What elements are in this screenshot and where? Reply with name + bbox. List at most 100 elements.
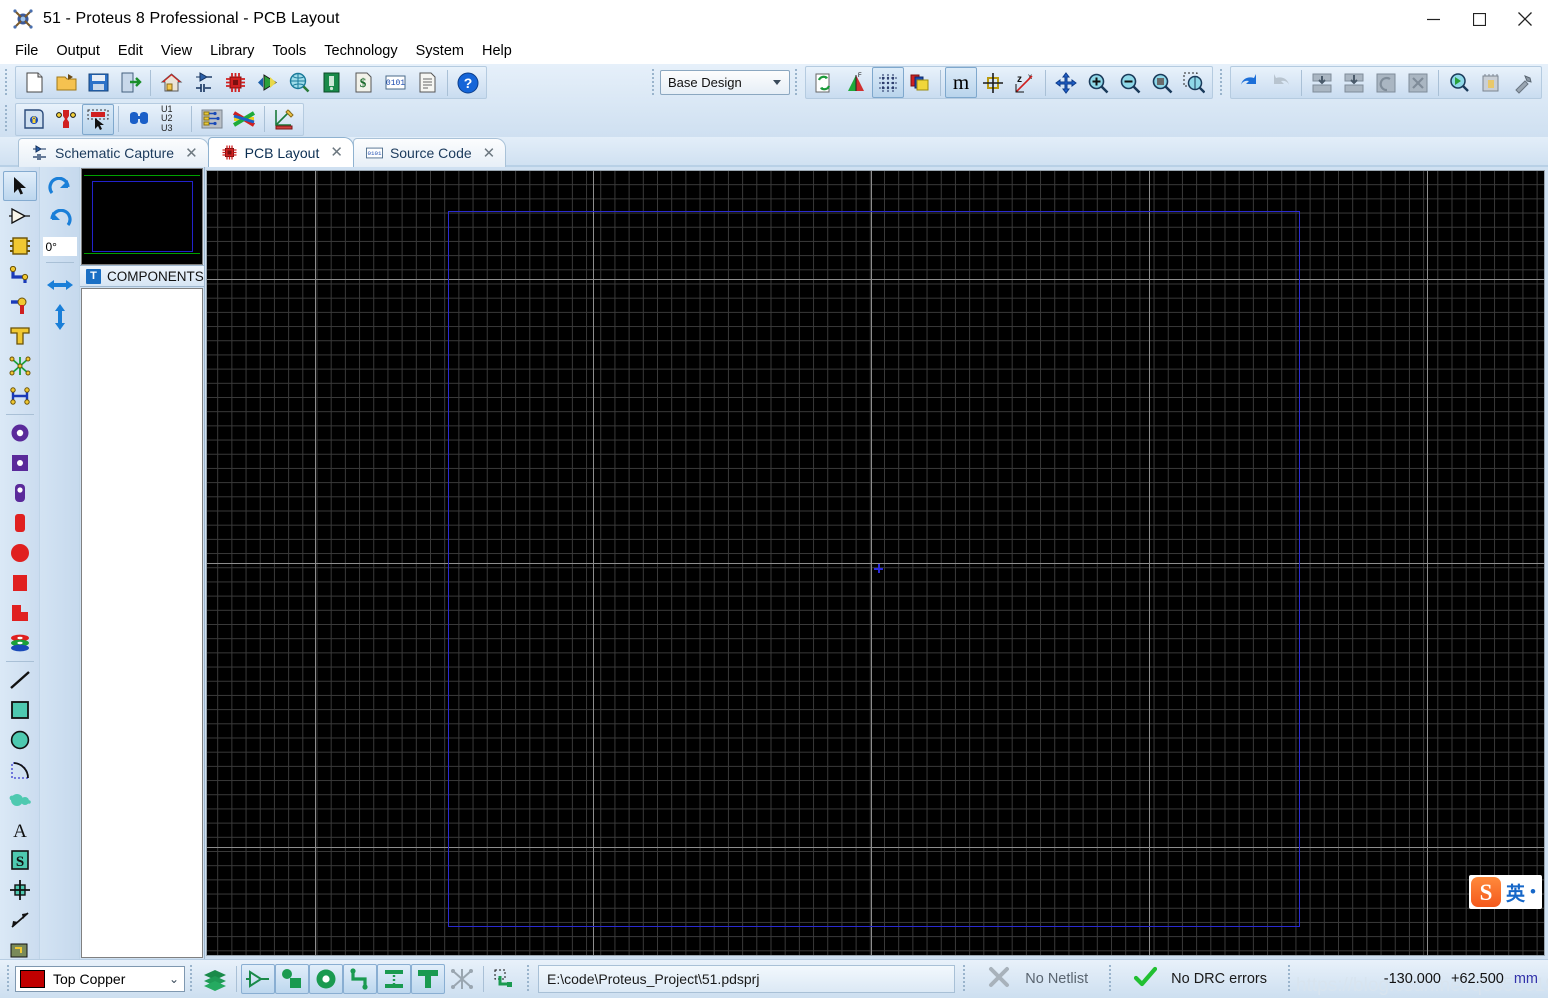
- through-hole-pad-status-icon[interactable]: [309, 964, 343, 994]
- statusbar-grip[interactable]: [5, 965, 13, 993]
- design-selector-grip[interactable]: [650, 68, 658, 97]
- zoom-out-icon[interactable]: [1114, 67, 1146, 98]
- smt-pad-icon[interactable]: [3, 508, 37, 538]
- statusbar-grip-5[interactable]: [1107, 965, 1116, 993]
- auto-router-icon[interactable]: [1443, 67, 1475, 98]
- pcb-layout-icon[interactable]: [219, 67, 251, 98]
- source-code-icon[interactable]: 0101: [379, 67, 411, 98]
- open-project-icon[interactable]: [50, 67, 82, 98]
- pan-icon[interactable]: [1050, 67, 1082, 98]
- square-through-hole-pad-icon[interactable]: [3, 448, 37, 478]
- mirror-horizontal-icon[interactable]: [43, 269, 77, 301]
- component-mode-icon[interactable]: [3, 201, 37, 231]
- padstack-mode-icon[interactable]: [3, 628, 37, 658]
- metric-units-icon[interactable]: m: [945, 67, 977, 98]
- zone-mode-status-icon[interactable]: [411, 964, 445, 994]
- bill-of-materials-icon[interactable]: $: [347, 67, 379, 98]
- 2d-box-icon[interactable]: [3, 695, 37, 725]
- close-icon[interactable]: ✕: [330, 145, 343, 160]
- statusbar-grip-2[interactable]: [188, 965, 196, 993]
- measurement-tool-icon[interactable]: [269, 104, 301, 135]
- 2d-line-icon[interactable]: [3, 665, 37, 695]
- set-origin-icon[interactable]: [977, 67, 1009, 98]
- gerber-viewer-icon[interactable]: [315, 67, 347, 98]
- dimension-icon[interactable]: [3, 905, 37, 935]
- 2d-circle-icon[interactable]: [3, 725, 37, 755]
- edit-toolbar-grip[interactable]: [1218, 68, 1226, 97]
- rotation-angle-field[interactable]: 0°: [42, 237, 77, 256]
- statusbar-grip-3[interactable]: [525, 965, 533, 993]
- refresh-icon[interactable]: [808, 67, 840, 98]
- 2d-arc-icon[interactable]: [3, 755, 37, 785]
- menu-edit[interactable]: Edit: [109, 39, 152, 63]
- layers-visibility-icon[interactable]: F: [840, 67, 872, 98]
- package-mode-status-icon[interactable]: [275, 964, 309, 994]
- package-mode-icon[interactable]: [3, 231, 37, 261]
- tab-source-code[interactable]: 0101 Source Code ✕: [352, 138, 507, 167]
- component-mode-status-icon[interactable]: [241, 964, 275, 994]
- select-mode-icon[interactable]: [82, 103, 114, 135]
- zone-mode-icon[interactable]: [3, 321, 37, 351]
- cut-icon[interactable]: [1306, 67, 1338, 98]
- menu-library[interactable]: Library: [201, 39, 263, 63]
- minimize-button[interactable]: [1410, 0, 1456, 38]
- menu-technology[interactable]: Technology: [315, 39, 406, 63]
- toggle-grid-icon[interactable]: [872, 67, 904, 98]
- circular-smt-pad-icon[interactable]: [3, 538, 37, 568]
- netlist-colours-icon[interactable]: [228, 104, 260, 135]
- design-rule-check-icon[interactable]: [1507, 67, 1539, 98]
- tab-schematic-capture[interactable]: Schematic Capture ✕: [18, 138, 209, 167]
- layer-selector-icon[interactable]: [198, 964, 232, 994]
- schematic-capture-icon[interactable]: [187, 67, 219, 98]
- gateswap-icon[interactable]: [3, 935, 37, 959]
- redo-icon[interactable]: [1265, 67, 1297, 98]
- menu-tools[interactable]: Tools: [263, 39, 315, 63]
- 3d-visualizer-icon[interactable]: [251, 67, 283, 98]
- toolbar-grip-row2[interactable]: [3, 105, 11, 133]
- drc-status[interactable]: No DRC errors: [1117, 964, 1283, 994]
- close-button[interactable]: [1502, 0, 1548, 38]
- connectivity-status-icon[interactable]: [488, 964, 522, 994]
- maximize-button[interactable]: [1456, 0, 1502, 38]
- ratsnest-mode-icon[interactable]: [3, 351, 37, 381]
- paste-icon[interactable]: [1370, 67, 1402, 98]
- netlist-status[interactable]: No Netlist: [971, 964, 1104, 994]
- help-icon[interactable]: ?: [452, 67, 484, 98]
- zoom-in-icon[interactable]: [1082, 67, 1114, 98]
- menu-file[interactable]: File: [6, 39, 47, 63]
- import-export-icon[interactable]: [114, 67, 146, 98]
- menu-system[interactable]: System: [407, 39, 473, 63]
- selection-mode-icon[interactable]: [2, 171, 37, 201]
- statusbar-grip-6[interactable]: [1286, 965, 1294, 993]
- menu-output[interactable]: Output: [47, 39, 109, 63]
- save-project-icon[interactable]: [82, 67, 114, 98]
- 2d-marker-icon[interactable]: [3, 875, 37, 905]
- dil-pad-icon[interactable]: [3, 478, 37, 508]
- connectivity-mode-icon[interactable]: [3, 381, 37, 411]
- polygonal-smt-pad-icon[interactable]: [3, 598, 37, 628]
- power-plane-generator-icon[interactable]: [1475, 67, 1507, 98]
- xy-cursor-icon[interactable]: zx: [1009, 67, 1041, 98]
- connectivity-highlight-icon[interactable]: [50, 104, 82, 135]
- menu-help[interactable]: Help: [473, 39, 521, 63]
- layer-colours-icon[interactable]: [904, 67, 936, 98]
- rectangular-smt-pad-icon[interactable]: [3, 568, 37, 598]
- view-toolbar-grip[interactable]: [793, 68, 801, 97]
- round-through-hole-pad-icon[interactable]: [3, 418, 37, 448]
- 2d-path-icon[interactable]: [3, 785, 37, 815]
- copy-icon[interactable]: [1338, 67, 1370, 98]
- 2d-symbol-icon[interactable]: S: [3, 845, 37, 875]
- new-project-icon[interactable]: [18, 67, 50, 98]
- rotate-clockwise-icon[interactable]: [43, 173, 77, 205]
- zoom-area-icon[interactable]: [1178, 67, 1210, 98]
- board-preview[interactable]: [81, 168, 203, 265]
- tab-pcb-layout[interactable]: PCB Layout ✕: [207, 137, 354, 167]
- 2d-text-icon[interactable]: A: [3, 815, 37, 845]
- project-notes-icon[interactable]: [411, 67, 443, 98]
- undo-icon[interactable]: [1233, 67, 1265, 98]
- mirror-vertical-icon[interactable]: [43, 301, 77, 333]
- toolbar-grip[interactable]: [3, 68, 11, 97]
- statusbar-grip-4[interactable]: [961, 965, 970, 993]
- design-selector[interactable]: Base Design: [660, 70, 790, 95]
- via-mode-status-icon[interactable]: [377, 964, 411, 994]
